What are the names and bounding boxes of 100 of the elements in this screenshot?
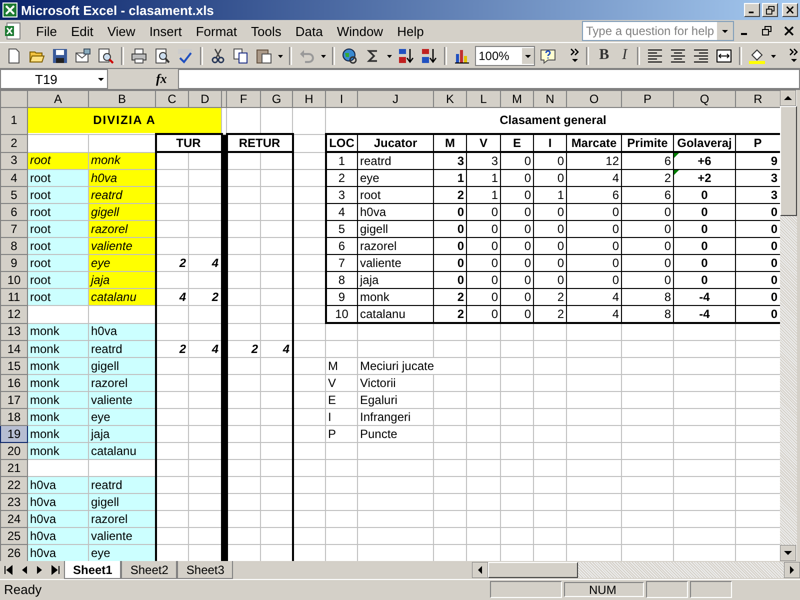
table-cell: 0 bbox=[622, 238, 674, 254]
legend-key: M bbox=[326, 358, 358, 374]
format-button[interactable]: I bbox=[617, 47, 632, 64]
formula-field[interactable] bbox=[178, 69, 800, 89]
paint-bucket-icon[interactable] bbox=[746, 48, 767, 64]
row-header[interactable]: 24 bbox=[0, 510, 28, 528]
scroll-down-button[interactable] bbox=[780, 545, 796, 561]
function-label[interactable]: fx bbox=[156, 71, 176, 87]
scroll-up-button[interactable] bbox=[780, 90, 796, 106]
column-header[interactable]: C bbox=[156, 90, 188, 108]
player-name: reatrd bbox=[88, 340, 156, 358]
row-header[interactable]: 11 bbox=[0, 288, 28, 306]
minimize-button[interactable] bbox=[744, 3, 760, 17]
row-header[interactable]: 4 bbox=[0, 170, 28, 186]
column-header[interactable]: B bbox=[88, 90, 156, 108]
row-header[interactable]: 5 bbox=[0, 186, 28, 204]
error-indicator-icon[interactable] bbox=[674, 153, 679, 158]
table-cell: 3 bbox=[326, 186, 358, 204]
column-header[interactable]: L bbox=[466, 90, 500, 108]
close-button[interactable] bbox=[782, 3, 798, 17]
row-header[interactable]: 1 bbox=[0, 108, 28, 134]
table-cell: 0 bbox=[500, 272, 534, 288]
menu-item[interactable]: Window bbox=[330, 24, 392, 38]
player-name: razorel bbox=[88, 510, 156, 528]
row-header[interactable]: 17 bbox=[0, 392, 28, 408]
format-button[interactable]: B bbox=[594, 47, 614, 64]
row-header[interactable]: 25 bbox=[0, 528, 28, 544]
column-header[interactable] bbox=[222, 90, 226, 108]
menu-item[interactable]: Data bbox=[289, 24, 331, 38]
row-header[interactable]: 7 bbox=[0, 220, 28, 238]
menu-item[interactable]: View bbox=[101, 24, 144, 38]
restore-button[interactable] bbox=[762, 3, 778, 17]
row-header[interactable]: 16 bbox=[0, 374, 28, 392]
close-icon[interactable] bbox=[786, 6, 794, 14]
row-header[interactable]: 12 bbox=[0, 306, 28, 323]
close-icon[interactable] bbox=[783, 25, 795, 37]
help-icon[interactable] bbox=[538, 48, 558, 64]
table-cell: 0 bbox=[500, 152, 534, 170]
menu-item[interactable]: Help bbox=[391, 24, 432, 38]
scroll-right-button[interactable] bbox=[784, 562, 800, 578]
row-header[interactable]: 3 bbox=[0, 152, 28, 170]
row-header[interactable]: 2 bbox=[0, 134, 28, 152]
merge-center-icon[interactable] bbox=[714, 48, 734, 64]
table-cell: eye bbox=[358, 170, 434, 186]
table-cell: 0 bbox=[534, 152, 566, 170]
envelope-icon[interactable] bbox=[73, 48, 93, 64]
row-header[interactable]: 15 bbox=[0, 358, 28, 374]
row-header[interactable]: 6 bbox=[0, 204, 28, 220]
row-header[interactable]: 19 bbox=[0, 426, 28, 442]
scroll-left-button[interactable] bbox=[472, 562, 488, 578]
column-header[interactable]: K bbox=[434, 90, 466, 108]
dropdown-icon[interactable] bbox=[717, 22, 733, 40]
row-header[interactable]: 21 bbox=[0, 460, 28, 476]
row-header[interactable]: 13 bbox=[0, 323, 28, 340]
menu-item[interactable]: Tools bbox=[245, 24, 290, 38]
row-header[interactable]: 20 bbox=[0, 442, 28, 460]
sheet-tab[interactable]: Sheet3 bbox=[177, 561, 234, 579]
workbook-icon[interactable] bbox=[4, 22, 22, 40]
row-header[interactable]: 9 bbox=[0, 254, 28, 272]
row-header[interactable]: 8 bbox=[0, 238, 28, 254]
name-box[interactable]: T19 bbox=[0, 69, 108, 89]
player-name: monk bbox=[28, 392, 88, 408]
table-cell: 6 bbox=[326, 238, 358, 254]
player-name: gigell bbox=[88, 494, 156, 510]
table-cell: 8 bbox=[622, 288, 674, 306]
menu-item[interactable]: Insert bbox=[143, 24, 190, 38]
restore-icon[interactable] bbox=[766, 6, 774, 14]
error-indicator-icon[interactable] bbox=[674, 170, 679, 175]
column-header[interactable]: A bbox=[28, 90, 88, 108]
row-header[interactable]: 10 bbox=[0, 272, 28, 288]
column-header[interactable]: P bbox=[622, 90, 674, 108]
menu-item[interactable]: Edit bbox=[64, 24, 102, 38]
column-header[interactable]: J bbox=[358, 90, 434, 108]
row-header[interactable]: 18 bbox=[0, 408, 28, 426]
column-header[interactable]: O bbox=[566, 90, 622, 108]
sheet-tab[interactable]: Sheet1 bbox=[64, 561, 122, 579]
caret-icon[interactable] bbox=[522, 48, 534, 64]
player-name: razorel bbox=[88, 220, 156, 238]
column-heading: I bbox=[534, 134, 566, 152]
row-header[interactable]: 22 bbox=[0, 476, 28, 494]
menu-item[interactable]: Format bbox=[190, 24, 245, 38]
row-header[interactable]: 23 bbox=[0, 494, 28, 510]
zoom-dropdown[interactable]: 100% bbox=[474, 46, 536, 66]
search-icon[interactable] bbox=[96, 48, 116, 64]
sheet-tab[interactable]: Sheet2 bbox=[121, 561, 178, 579]
row-header[interactable]: 14 bbox=[0, 340, 28, 358]
column-header[interactable]: H bbox=[292, 90, 326, 108]
column-header[interactable]: M bbox=[500, 90, 534, 108]
restore-icon[interactable] bbox=[761, 25, 773, 37]
column-header[interactable]: N bbox=[534, 90, 566, 108]
column-header[interactable]: D bbox=[188, 90, 222, 108]
menu-item[interactable]: File bbox=[30, 24, 65, 38]
clipboard-icon[interactable] bbox=[254, 48, 274, 64]
column-header[interactable]: G bbox=[260, 90, 292, 108]
column-header[interactable]: I bbox=[326, 90, 358, 108]
column-header[interactable]: F bbox=[226, 90, 260, 108]
column-header[interactable]: Q bbox=[674, 90, 736, 108]
row-header[interactable]: 26 bbox=[0, 544, 28, 561]
help-search-field[interactable]: Type a question for help bbox=[582, 21, 734, 41]
printer-icon[interactable] bbox=[128, 48, 149, 64]
